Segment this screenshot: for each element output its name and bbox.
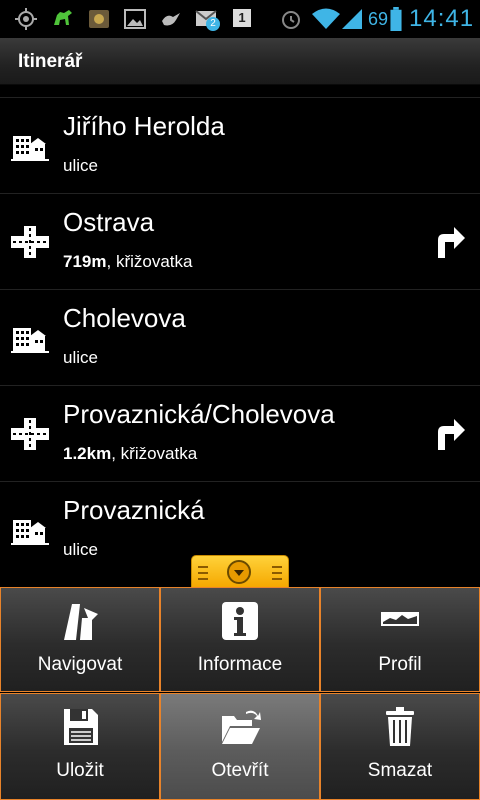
- list-item[interactable]: Cholevova ulice: [0, 289, 480, 385]
- junction-icon: [11, 418, 49, 450]
- battery-percent: 69: [368, 9, 389, 29]
- android-icon: [54, 10, 72, 25]
- battery-icon: [390, 7, 402, 31]
- itinerary-detail: ulice: [63, 348, 98, 368]
- bird-icon: [162, 13, 180, 26]
- itinerary-type: křižovatka: [115, 252, 193, 271]
- itinerary-separator: ,: [111, 444, 121, 463]
- list-item[interactable]: Provaznická/Cholevova 1.2km, křižovatka: [0, 385, 480, 481]
- drawer-handle[interactable]: [191, 555, 289, 588]
- chevron-down-icon[interactable]: [227, 560, 251, 584]
- navigate-icon: [64, 604, 98, 640]
- grip-icon: [272, 566, 282, 580]
- itinerary-name: Ostrava: [63, 207, 155, 237]
- wifi-icon: [312, 8, 340, 29]
- title-bar: Itinerář: [0, 38, 480, 85]
- grip-icon: [198, 566, 208, 580]
- itinerary-detail: 1.2km, křižovatka: [63, 444, 197, 464]
- trash-icon: [386, 707, 414, 746]
- alarm-icon: [282, 11, 300, 29]
- itinerary-detail: ulice: [63, 540, 98, 560]
- itinerary-name: Cholevova: [63, 303, 186, 333]
- clock: 14:41: [409, 5, 475, 32]
- floppy-disk-icon: [64, 709, 98, 745]
- itinerary-distance: 1.2km: [63, 444, 112, 463]
- itinerary-separator: ,: [106, 252, 116, 271]
- info-label: Informace: [197, 654, 283, 675]
- turn-right-icon: [438, 227, 465, 258]
- itinerary-type: ulice: [63, 348, 98, 367]
- save-label: Uložit: [56, 760, 104, 781]
- gmail-badge: 2: [206, 17, 220, 31]
- bottom-menu: Navigovat Informace Profil Uložit Otevří…: [0, 587, 480, 800]
- street-building-icon: [11, 520, 49, 545]
- profile-label: Profil: [378, 654, 422, 675]
- itinerary-type: křižovatka: [120, 444, 198, 463]
- open-folder-icon: [222, 710, 261, 744]
- itinerary-list[interactable]: Jiřího Herolda ulice Ostrava 719m, křižo…: [0, 97, 480, 577]
- signal-icon: [342, 9, 362, 29]
- itinerary-type: ulice: [63, 540, 98, 559]
- status-bar: 2 1 69 14:41: [0, 0, 480, 38]
- itinerary-detail: ulice: [63, 156, 98, 176]
- calendar-icon: 1: [233, 9, 251, 27]
- open-label: Otevřít: [211, 760, 269, 781]
- delete-label: Smazat: [367, 760, 433, 781]
- itinerary-distance: 719m: [63, 252, 107, 271]
- delete-button[interactable]: Smazat: [320, 693, 480, 800]
- street-building-icon: [11, 136, 49, 161]
- itinerary-name: Provaznická/Cholevova: [63, 399, 335, 429]
- profile-button[interactable]: Profil: [320, 587, 480, 692]
- turn-right-icon: [438, 419, 465, 450]
- list-item[interactable]: Ostrava 719m, křižovatka: [0, 193, 480, 289]
- image-icon: [124, 9, 146, 29]
- save-button[interactable]: Uložit: [0, 693, 160, 800]
- app-icon: [89, 10, 109, 28]
- itinerary-detail: 719m, křižovatka: [63, 252, 192, 272]
- itinerary-type: ulice: [63, 156, 98, 175]
- itinerary-name: Provaznická: [63, 495, 205, 525]
- elevation-profile-icon: [381, 612, 419, 626]
- gps-icon: [15, 8, 37, 30]
- junction-icon: [11, 226, 49, 258]
- open-button[interactable]: Otevřít: [160, 693, 320, 800]
- info-button[interactable]: Informace: [160, 587, 320, 692]
- list-item[interactable]: Jiřího Herolda ulice: [0, 97, 480, 193]
- itinerary-name: Jiřího Herolda: [63, 111, 225, 141]
- info-icon: [222, 602, 258, 640]
- navigate-button[interactable]: Navigovat: [0, 587, 160, 692]
- page-title: Itinerář: [18, 51, 83, 72]
- street-building-icon: [11, 328, 49, 353]
- navigate-label: Navigovat: [37, 654, 123, 675]
